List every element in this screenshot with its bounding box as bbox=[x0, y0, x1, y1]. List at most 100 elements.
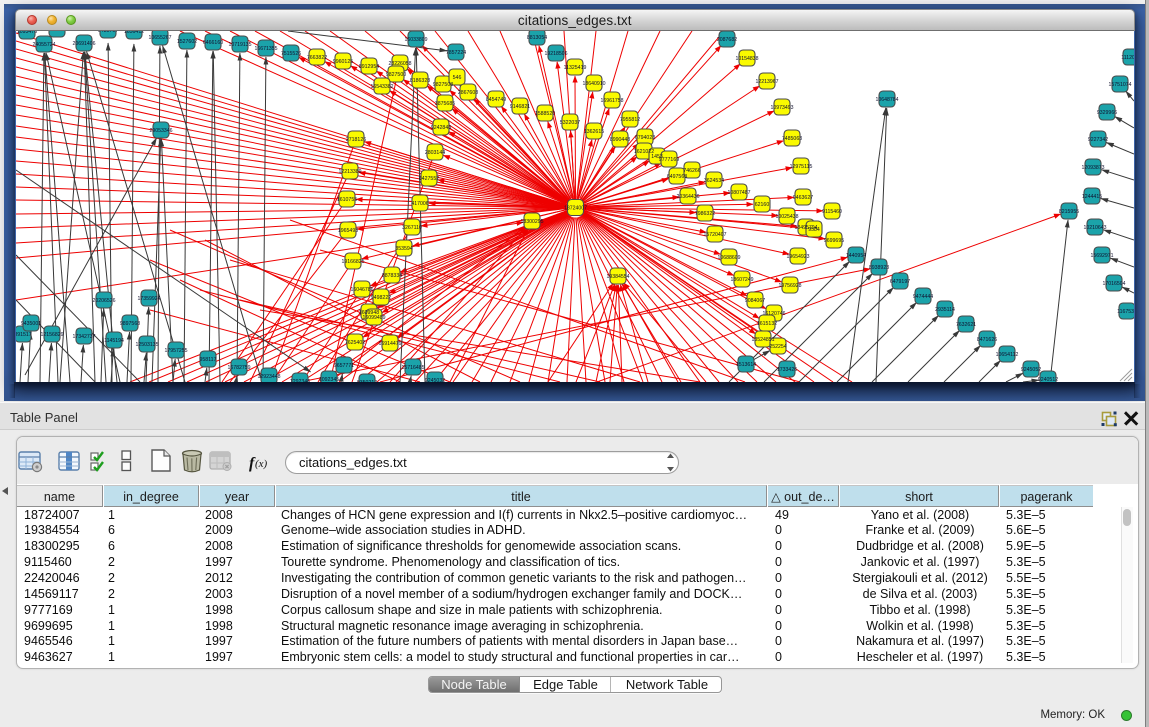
svg-text:9827500: 9827500 bbox=[386, 72, 406, 78]
svg-text:1733426: 1733426 bbox=[777, 367, 797, 373]
svg-text:3875685: 3875685 bbox=[435, 101, 455, 107]
svg-text:7955812: 7955812 bbox=[620, 117, 640, 123]
svg-text:18607249: 18607249 bbox=[730, 277, 753, 283]
svg-text:9584: 9584 bbox=[808, 227, 820, 233]
svg-text:746266: 746266 bbox=[683, 168, 700, 174]
svg-text:20691406: 20691406 bbox=[72, 41, 95, 47]
svg-text:10154838: 10154838 bbox=[735, 56, 758, 62]
svg-text:9960125: 9960125 bbox=[333, 59, 353, 65]
svg-text:5322037: 5322037 bbox=[560, 120, 580, 126]
svg-text:9498222: 9498222 bbox=[371, 295, 391, 301]
svg-text:9897568: 9897568 bbox=[120, 321, 140, 327]
svg-text:7515526: 7515526 bbox=[281, 51, 301, 57]
svg-text:17342737: 17342737 bbox=[72, 334, 95, 340]
svg-text:1145194: 1145194 bbox=[104, 338, 124, 344]
svg-text:16033809: 16033809 bbox=[404, 37, 427, 43]
svg-text:9463627: 9463627 bbox=[793, 195, 813, 201]
svg-text:10719135: 10719135 bbox=[228, 42, 251, 48]
svg-text:7485063: 7485063 bbox=[782, 136, 802, 142]
svg-text:353594: 353594 bbox=[395, 246, 412, 252]
svg-text:1244415: 1244415 bbox=[1082, 194, 1102, 200]
svg-text:6479197: 6479197 bbox=[890, 279, 910, 285]
svg-text:9227342: 9227342 bbox=[1088, 137, 1108, 143]
svg-text:16914479: 16914479 bbox=[378, 341, 401, 347]
svg-text:10210643: 10210643 bbox=[1083, 225, 1106, 231]
svg-text:(x): (x) bbox=[255, 458, 268, 470]
svg-text:252254: 252254 bbox=[769, 344, 786, 350]
svg-text:8186328: 8186328 bbox=[410, 78, 430, 84]
svg-text:3267110: 3267110 bbox=[402, 225, 422, 231]
svg-text:19166825: 19166825 bbox=[341, 259, 364, 265]
svg-text:15751074: 15751074 bbox=[1108, 82, 1131, 88]
svg-text:1362615: 1362615 bbox=[584, 129, 604, 135]
svg-text:9777169: 9777169 bbox=[659, 157, 679, 163]
svg-text:18724007: 18724007 bbox=[564, 205, 587, 211]
svg-text:9115460: 9115460 bbox=[822, 209, 842, 215]
svg-text:1527602: 1527602 bbox=[177, 39, 197, 45]
svg-text:1615132: 1615132 bbox=[757, 321, 777, 327]
svg-text:1440954: 1440954 bbox=[846, 253, 866, 259]
svg-text:15692971: 15692971 bbox=[1090, 253, 1113, 259]
svg-text:19384554: 19384554 bbox=[606, 274, 629, 280]
svg-text:2803144: 2803144 bbox=[425, 150, 445, 156]
svg-text:9657771: 9657771 bbox=[334, 363, 354, 369]
svg-text:24055724: 24055724 bbox=[32, 42, 55, 48]
svg-text:8471626: 8471626 bbox=[977, 337, 997, 343]
svg-text:17359924: 17359924 bbox=[137, 296, 160, 302]
svg-text:16543382: 16543382 bbox=[370, 84, 393, 90]
svg-text:1112046: 1112046 bbox=[1121, 55, 1141, 61]
svg-text:18300295: 18300295 bbox=[520, 219, 543, 225]
svg-text:1610755: 1610755 bbox=[337, 197, 357, 203]
svg-text:7857224: 7857224 bbox=[446, 50, 466, 56]
svg-text:19218506: 19218506 bbox=[544, 51, 567, 57]
svg-text:11325419: 11325419 bbox=[564, 65, 587, 71]
svg-text:9245052: 9245052 bbox=[1021, 367, 1041, 373]
svg-text:391517: 391517 bbox=[14, 332, 31, 338]
svg-text:1965493: 1965493 bbox=[338, 228, 358, 234]
svg-text:17957255: 17957255 bbox=[164, 348, 187, 354]
svg-text:9242848: 9242848 bbox=[431, 125, 451, 131]
svg-text:2935114: 2935114 bbox=[935, 307, 955, 313]
svg-text:10648784: 10648784 bbox=[875, 97, 898, 103]
svg-text:12213389: 12213389 bbox=[338, 169, 361, 175]
svg-text:8215955: 8215955 bbox=[1059, 209, 1079, 215]
svg-text:20364436: 20364436 bbox=[676, 194, 699, 200]
svg-text:12923448: 12923448 bbox=[257, 374, 280, 380]
svg-text:16671355: 16671355 bbox=[254, 46, 277, 52]
svg-text:1513614: 1513614 bbox=[736, 362, 756, 368]
svg-text:12093873: 12093873 bbox=[1081, 165, 1104, 171]
svg-text:16961758: 16961758 bbox=[600, 98, 623, 104]
svg-text:8938923: 8938923 bbox=[869, 265, 889, 271]
svg-text:7625402: 7625402 bbox=[345, 340, 365, 346]
svg-text:10655267: 10655267 bbox=[148, 35, 171, 41]
svg-text:7663822: 7663822 bbox=[307, 55, 327, 61]
svg-text:9435001: 9435001 bbox=[21, 321, 41, 327]
svg-text:8813054: 8813054 bbox=[527, 35, 547, 41]
svg-text:8454749: 8454749 bbox=[486, 97, 506, 103]
svg-text:9084067: 9084067 bbox=[745, 298, 765, 304]
svg-text:8878334: 8878334 bbox=[382, 273, 402, 279]
svg-text:8912954: 8912954 bbox=[359, 64, 379, 70]
svg-text:9827508: 9827508 bbox=[433, 82, 453, 88]
svg-text:10807487: 10807487 bbox=[727, 190, 750, 196]
svg-text:10973493: 10973493 bbox=[770, 105, 793, 111]
svg-text:15716485: 15716485 bbox=[401, 365, 424, 371]
svg-text:2087682: 2087682 bbox=[717, 37, 737, 43]
svg-text:10025438: 10025438 bbox=[775, 214, 798, 220]
svg-text:7986322: 7986322 bbox=[695, 211, 715, 217]
svg-text:9474444: 9474444 bbox=[913, 294, 933, 300]
svg-text:12213967: 12213967 bbox=[755, 79, 778, 85]
svg-text:417006: 417006 bbox=[411, 201, 428, 207]
svg-text:6794028: 6794028 bbox=[635, 135, 655, 141]
svg-text:3624534: 3624534 bbox=[704, 178, 724, 184]
svg-text:9329966: 9329966 bbox=[1097, 110, 1117, 116]
svg-text:12156829: 12156829 bbox=[40, 332, 63, 338]
svg-text:2718126: 2718126 bbox=[346, 137, 366, 143]
svg-text:6497568: 6497568 bbox=[667, 174, 687, 180]
svg-text:62160: 62160 bbox=[755, 202, 770, 208]
svg-text:16046786: 16046786 bbox=[350, 287, 373, 293]
svg-text:10654112: 10654112 bbox=[996, 352, 1019, 358]
svg-text:23226058: 23226058 bbox=[388, 61, 411, 67]
svg-text:9699695: 9699695 bbox=[824, 238, 844, 244]
svg-text:19756928: 19756928 bbox=[778, 283, 801, 289]
